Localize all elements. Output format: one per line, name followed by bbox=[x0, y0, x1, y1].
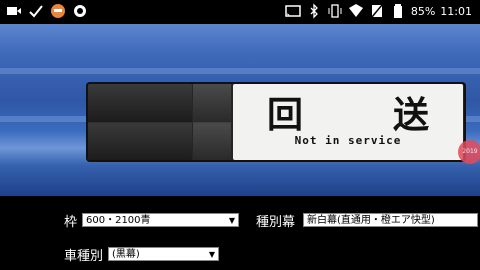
type-select[interactable]: 新白幕(直通用・橙エア快型) bbox=[303, 213, 478, 227]
sign-face: 回 送 Not in service bbox=[233, 84, 463, 160]
bluetooth-icon bbox=[306, 3, 322, 19]
type-select-value: 新白幕(直通用・橙エア快型) bbox=[307, 215, 435, 226]
wifi-icon bbox=[348, 3, 364, 19]
frame-select[interactable]: 600・2100青 ▼ bbox=[82, 213, 239, 227]
car-select[interactable]: (黒幕) ▼ bbox=[108, 247, 219, 261]
battery-percent: 85% bbox=[410, 4, 436, 18]
type-label: 種別幕 bbox=[256, 215, 296, 230]
dropdown-arrow-icon: ▼ bbox=[208, 250, 215, 259]
vibrate-icon bbox=[327, 3, 343, 19]
frame-label: 枠 bbox=[64, 215, 78, 230]
app-icon bbox=[50, 3, 66, 19]
record-button[interactable]: 2019 bbox=[458, 140, 480, 164]
sign-char-1: 回 bbox=[267, 95, 304, 136]
sign-dark-panel bbox=[193, 84, 231, 160]
check-icon bbox=[28, 3, 44, 19]
sign-main-text: 回 送 bbox=[233, 86, 463, 136]
status-bar-right: 85% 11:01 bbox=[285, 3, 472, 19]
chat-icon bbox=[72, 3, 88, 19]
controls-panel: 枠 600・2100青 ▼ 種別幕 新白幕(直通用・橙エア快型) 車種別 (黒幕… bbox=[0, 196, 480, 270]
frame-select-value: 600・2100青 bbox=[86, 215, 151, 226]
video-icon bbox=[6, 3, 22, 19]
car-select-value: (黒幕) bbox=[112, 249, 140, 260]
status-time: 11:01 bbox=[440, 4, 472, 18]
status-bar-left bbox=[6, 3, 88, 19]
cast-icon bbox=[285, 3, 301, 19]
sign-dark-panel bbox=[88, 84, 192, 160]
status-bar: 85% 11:01 bbox=[0, 0, 480, 24]
no-sim-icon bbox=[369, 3, 385, 19]
background-streak bbox=[0, 68, 480, 74]
battery-icon bbox=[390, 3, 406, 19]
sign-sub-text: Not in service bbox=[294, 134, 402, 147]
dropdown-arrow-icon: ▼ bbox=[228, 216, 235, 225]
car-label: 車種別 bbox=[64, 249, 104, 264]
sign-char-2: 送 bbox=[393, 95, 430, 136]
